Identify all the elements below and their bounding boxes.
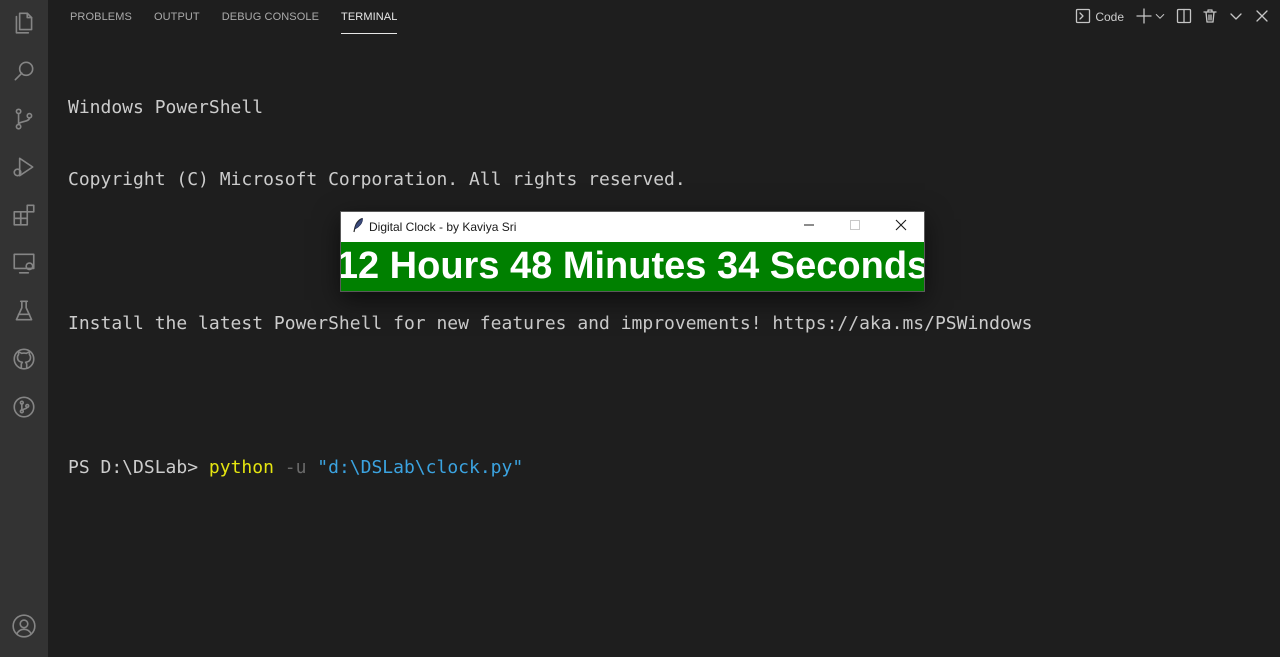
- clock-display: 12 Hours 48 Minutes 34 Seconds: [341, 242, 924, 291]
- run-debug-icon[interactable]: [0, 147, 48, 187]
- terminal-selector[interactable]: Code: [1075, 5, 1136, 29]
- chevron-down-icon: [1228, 8, 1244, 27]
- digital-clock-window[interactable]: Digital Clock - by Kaviya Sri 12 Hours 4…: [340, 211, 925, 292]
- panel-tabs: PROBLEMS OUTPUT DEBUG CONSOLE TERMINAL: [48, 0, 398, 34]
- terminal-line: Windows PowerShell: [68, 97, 264, 118]
- account-icon[interactable]: [0, 606, 48, 646]
- terminal-line: Copyright (C) Microsoft Corporation. All…: [68, 169, 686, 190]
- testing-icon[interactable]: [0, 291, 48, 331]
- command-token: python: [208, 457, 274, 478]
- panel-toolbar: Code: [1075, 5, 1270, 29]
- tab-debug-console[interactable]: DEBUG CONSOLE: [222, 0, 319, 34]
- close-icon: [895, 218, 907, 236]
- maximize-button[interactable]: [832, 212, 878, 242]
- minimize-icon: [803, 218, 815, 236]
- tab-problems[interactable]: PROBLEMS: [70, 0, 132, 34]
- minimize-button[interactable]: [786, 212, 832, 242]
- window-titlebar[interactable]: Digital Clock - by Kaviya Sri: [341, 212, 924, 242]
- split-icon: [1176, 8, 1192, 27]
- maximize-icon: [849, 218, 861, 236]
- launch-profile-button[interactable]: [1154, 5, 1166, 29]
- feather-icon: [341, 217, 369, 238]
- new-terminal-button[interactable]: [1136, 5, 1152, 29]
- github-icon[interactable]: [0, 339, 48, 379]
- tab-output[interactable]: OUTPUT: [154, 0, 200, 34]
- terminal-icon: [1075, 8, 1091, 27]
- kill-terminal-button[interactable]: [1202, 5, 1218, 29]
- maximize-panel-button[interactable]: [1228, 5, 1244, 29]
- prompt: PS D:\DSLab>: [68, 457, 209, 478]
- terminal-command-line: PS D:\DSLab> python -u "d:\DSLab\clock.p…: [68, 456, 1033, 480]
- close-icon: [1254, 8, 1270, 27]
- search-icon[interactable]: [0, 51, 48, 91]
- extensions-icon[interactable]: [0, 195, 48, 235]
- parameter-token: -u: [273, 457, 318, 478]
- argument-token: "d:\DSLab\clock.py": [317, 457, 524, 478]
- trash-icon: [1202, 8, 1218, 27]
- terminal-line: Install the latest PowerShell for new fe…: [68, 313, 1033, 334]
- close-panel-button[interactable]: [1254, 5, 1270, 29]
- git-graph-icon[interactable]: [0, 387, 48, 427]
- source-control-icon[interactable]: [0, 99, 48, 139]
- activity-bar: [0, 0, 48, 657]
- terminal-name: Code: [1095, 10, 1124, 24]
- remote-explorer-icon[interactable]: [0, 243, 48, 283]
- chevron-down-icon: [1154, 10, 1166, 25]
- explorer-icon[interactable]: [0, 3, 48, 43]
- terminal-panel: PROBLEMS OUTPUT DEBUG CONSOLE TERMINAL C…: [48, 0, 1280, 657]
- tab-terminal[interactable]: TERMINAL: [341, 0, 398, 34]
- plus-icon: [1136, 7, 1152, 27]
- close-window-button[interactable]: [878, 212, 924, 242]
- window-title: Digital Clock - by Kaviya Sri: [369, 220, 517, 234]
- split-terminal-button[interactable]: [1176, 5, 1192, 29]
